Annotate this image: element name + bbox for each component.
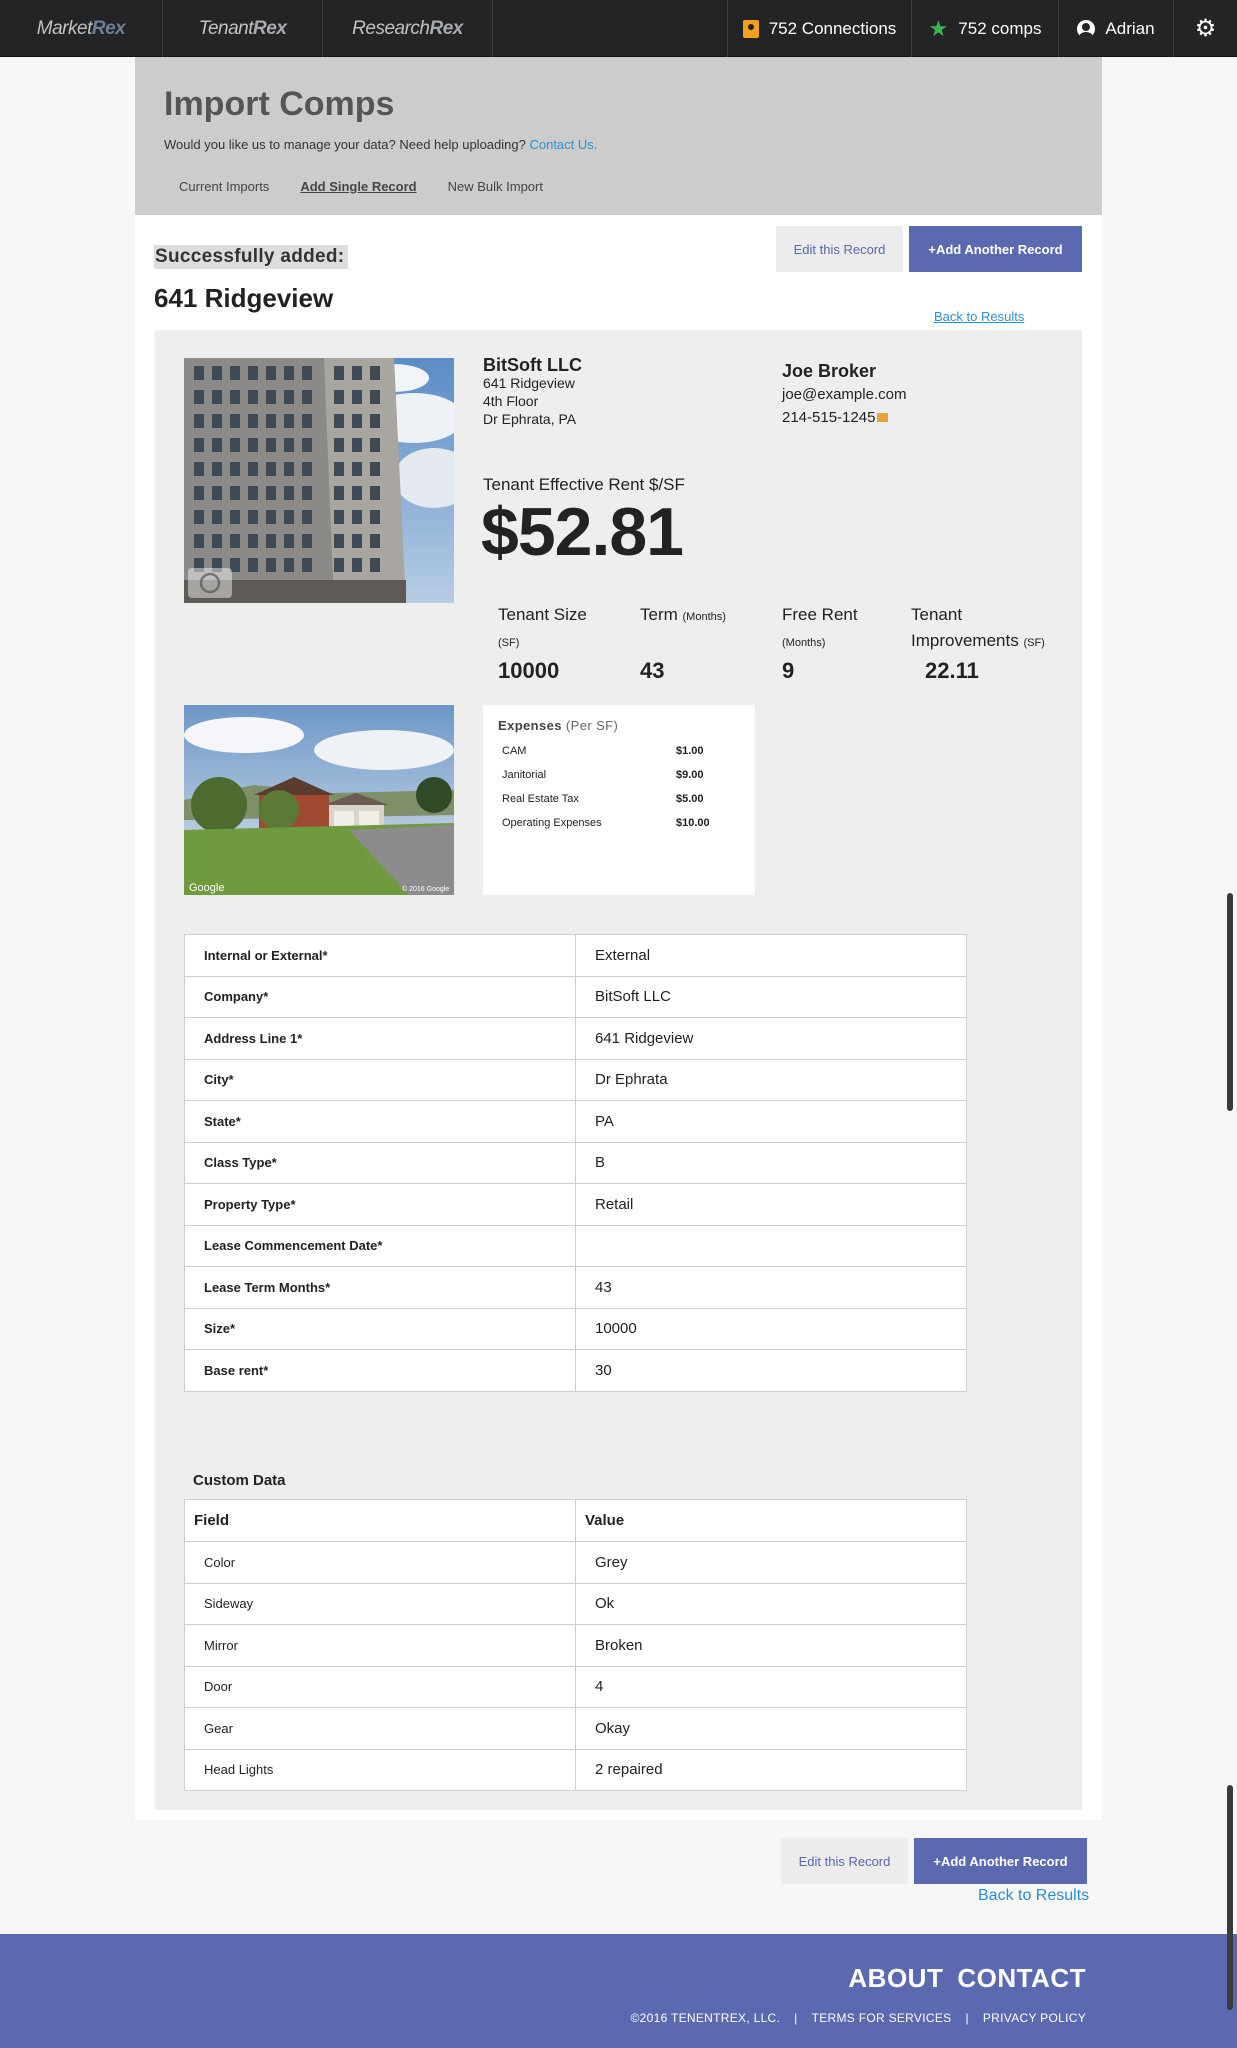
building-photo — [184, 358, 454, 603]
researchrex-logo[interactable]: Research Rex — [323, 0, 493, 57]
tenant-improvements-value: 22.11 — [925, 658, 979, 683]
table-row: Internal or External* External — [184, 934, 967, 977]
add-another-record-button-bottom[interactable]: +Add Another Record — [914, 1838, 1087, 1884]
contact-us-link[interactable]: Contact Us. — [529, 137, 597, 152]
term-value: 43 — [640, 658, 665, 683]
company-name: BitSoft LLC — [483, 355, 582, 375]
broker-phone-row: 214-515-1245 — [782, 406, 906, 429]
scrollbar-thumb-secondary[interactable] — [1227, 1785, 1233, 2010]
record-fields-table: Internal or External* External Company* Bi… — [184, 934, 967, 1392]
marketrex-logo[interactable]: Market Rex — [0, 0, 163, 57]
content-area: Successfully added: 641 Ridgeview Edit t… — [135, 215, 1102, 1820]
city-state: Dr Ephrata, PA — [483, 411, 577, 427]
expense-row: Operating Expenses $10.00 — [502, 817, 710, 829]
top-navbar: Market Rex Tenant Rex Research Rex 752 Conn… — [0, 0, 1237, 57]
privacy-link[interactable]: PRIVACY POLICY — [983, 2011, 1086, 2025]
tenant-size-value: 10000 — [498, 658, 560, 683]
footer-legal: ©2016 TENENTREX, LLC. | TERMS FOR SERVIC… — [631, 2011, 1087, 2025]
free-rent-stat: Free Rent (Months) 9 — [782, 605, 858, 683]
edit-record-button-bottom[interactable]: Edit this Record — [781, 1838, 908, 1884]
expense-row: Janitorial $9.00 — [502, 769, 704, 781]
table-row: Door 4 — [184, 1665, 967, 1708]
custom-data-title: Custom Data — [193, 1472, 286, 1489]
expenses-panel: Expenses (Per SF) CAM $1.00 Janitorial $9.… — [483, 705, 755, 895]
effective-rent-label: Tenant Effective Rent $/SF — [483, 475, 685, 494]
broker-phone: 214-515-1245 — [782, 409, 876, 426]
copyright-text: ©2016 TENENTREX, LLC. — [630, 2011, 781, 2025]
custom-data-table: Field Value Color Grey Sideway Ok Mirror Br… — [184, 1499, 967, 1791]
gear-icon: ⚙ — [1194, 14, 1217, 42]
table-row: Class Type* B — [184, 1141, 967, 1184]
import-tabs: Current Imports Add Single Record New Bu… — [179, 179, 543, 194]
term-stat: Term (Months) 43 — [640, 605, 726, 683]
broker-name: Joe Broker — [782, 361, 877, 381]
col-field-header: Field — [184, 1499, 576, 1542]
tenant-size-stat: Tenant Size (SF) 10000 — [498, 605, 587, 683]
connections-link[interactable]: 752 Connections — [727, 0, 911, 57]
col-value-header: Value — [575, 1499, 967, 1542]
footer: ABOUT CONTACT ©2016 TENENTREX, LLC. | TE… — [0, 1934, 1237, 2048]
star-icon: ★ — [928, 15, 949, 41]
import-comps-header: Import Comps Would you like us to manage… — [135, 57, 1102, 215]
record-address-title: 641 Ridgeview — [154, 283, 334, 313]
record-card: BitSoft LLC 641 Ridgeview 4th Floor Dr E… — [155, 330, 1082, 1810]
tab-current-imports[interactable]: Current Imports — [179, 179, 269, 194]
table-row: Lease Term Months* 43 — [184, 1266, 967, 1309]
camera-icon — [188, 568, 232, 598]
table-row: Sideway Ok — [184, 1582, 967, 1625]
settings-button[interactable]: ⚙ — [1173, 0, 1237, 57]
address-line-1: 641 Ridgeview — [483, 375, 575, 391]
broker-block: Joe Broker joe@example.com 214-515-1245 — [782, 360, 906, 429]
help-text: Would you like us to manage your data? N… — [164, 137, 598, 152]
about-link[interactable]: ABOUT — [848, 1963, 943, 1994]
table-row: Property Type* Retail — [184, 1183, 967, 1226]
edit-record-button[interactable]: Edit this Record — [776, 226, 903, 272]
street-view-graphic: Google © 2016 Google — [184, 705, 454, 895]
contacts-book-icon — [742, 19, 759, 38]
page-title: Import Comps — [164, 85, 395, 123]
tab-add-single-record[interactable]: Add Single Record — [300, 179, 416, 194]
comps-link[interactable]: ★ 752 comps — [911, 0, 1058, 57]
success-message: Successfully added: — [154, 245, 349, 269]
table-row: Mirror Broken — [184, 1624, 967, 1667]
tab-new-bulk-import[interactable]: New Bulk Import — [448, 179, 543, 194]
back-to-results-link-bottom[interactable]: Back to Results — [978, 1887, 1089, 1905]
separator: | — [965, 2011, 969, 2025]
contact-link[interactable]: CONTACT — [957, 1963, 1086, 1994]
add-another-record-button[interactable]: +Add Another Record — [909, 226, 1082, 272]
table-row: City* Dr Ephrata — [184, 1058, 967, 1101]
tenantrex-logo[interactable]: Tenant Rex — [163, 0, 323, 57]
back-to-results-link[interactable]: Back to Results — [934, 309, 1024, 324]
message-icon[interactable] — [877, 412, 889, 422]
tenant-improvements-stat: Tenant Improvements (SF) 22.11 — [911, 605, 1045, 683]
expenses-title: Expenses (Per SF) — [498, 718, 619, 733]
broker-email[interactable]: joe@example.com — [782, 383, 906, 406]
separator: | — [794, 2011, 798, 2025]
table-row: State* PA — [184, 1100, 967, 1143]
free-rent-value: 9 — [782, 658, 795, 683]
footer-links: ABOUT CONTACT — [848, 1963, 1086, 1994]
table-row: Size* 10000 — [184, 1307, 967, 1350]
company-block: BitSoft LLC 641 Ridgeview 4th Floor Dr E… — [483, 356, 582, 428]
table-row: Base rent* 30 — [184, 1349, 967, 1392]
table-row: Address Line 1* 641 Ridgeview — [184, 1017, 967, 1060]
table-row: Color Grey — [184, 1541, 967, 1584]
google-credit: Google — [189, 882, 224, 894]
street-view-image[interactable]: Google © 2016 Google — [184, 705, 454, 895]
expense-row: CAM $1.00 — [502, 745, 704, 757]
address-line-2: 4th Floor — [483, 393, 539, 409]
effective-rent-value: $52.81 — [481, 494, 684, 570]
table-row: Lease Commencement Date* — [184, 1224, 967, 1267]
table-row: Company* BitSoft LLC — [184, 975, 967, 1018]
expense-row: Real Estate Tax $5.00 — [502, 793, 704, 805]
building-image — [184, 358, 454, 603]
table-row: Gear Okay — [184, 1707, 967, 1750]
google-copyright: © 2016 Google — [402, 885, 449, 893]
table-header-row: Field Value — [184, 1499, 967, 1542]
table-row: Head Lights 2 repaired — [184, 1748, 967, 1791]
user-menu[interactable]: Adrian — [1058, 0, 1173, 57]
terms-link[interactable]: TERMS FOR SERVICES — [812, 2011, 952, 2025]
scrollbar-thumb[interactable] — [1227, 893, 1233, 1111]
user-avatar-icon — [1077, 19, 1096, 38]
